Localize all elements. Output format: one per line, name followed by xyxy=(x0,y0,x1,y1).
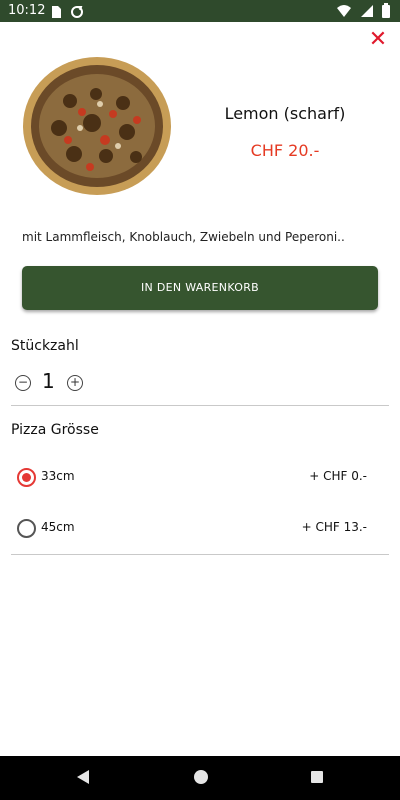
product-price: CHF 20.- xyxy=(250,141,320,160)
divider xyxy=(11,554,389,555)
wifi-icon xyxy=(336,3,352,22)
signal-icon xyxy=(360,3,374,22)
radio-unselected-icon[interactable] xyxy=(17,519,36,538)
quantity-title: Stückzahl xyxy=(11,338,79,354)
battery-icon xyxy=(382,3,390,22)
status-time: 10:12 xyxy=(8,3,46,18)
size-price: + CHF 13.- xyxy=(301,520,367,534)
radio-selected-icon[interactable] xyxy=(17,468,36,487)
back-icon[interactable] xyxy=(74,768,92,790)
size-title: Pizza Grösse xyxy=(11,422,99,438)
minus-icon[interactable]: − xyxy=(15,375,31,391)
divider xyxy=(11,405,389,406)
quantity-stepper: − 1 + xyxy=(12,368,112,396)
navigation-bar xyxy=(0,756,400,800)
size-label: 33cm xyxy=(41,469,75,483)
close-button[interactable]: ✕ xyxy=(366,28,390,52)
product-title: Lemon (scharf) xyxy=(224,104,346,123)
close-icon: ✕ xyxy=(368,27,388,52)
product-description: mit Lammfleisch, Knoblauch, Zwiebeln und… xyxy=(22,230,345,244)
quantity-value: 1 xyxy=(42,369,55,393)
home-icon[interactable] xyxy=(192,768,210,790)
sync-icon xyxy=(70,4,84,23)
add-to-cart-button[interactable]: IN DEN WARENKORB xyxy=(22,266,378,310)
pizza-image xyxy=(22,56,172,196)
status-bar: 10:12 xyxy=(0,0,400,22)
plus-icon[interactable]: + xyxy=(67,375,83,391)
recent-apps-icon[interactable] xyxy=(308,768,326,790)
size-option-33cm[interactable]: 33cm + CHF 0.- xyxy=(11,457,389,497)
size-option-45cm[interactable]: 45cm + CHF 13.- xyxy=(11,508,389,548)
sd-card-icon xyxy=(50,4,62,23)
size-label: 45cm xyxy=(41,520,75,534)
size-price: + CHF 0.- xyxy=(309,469,367,483)
